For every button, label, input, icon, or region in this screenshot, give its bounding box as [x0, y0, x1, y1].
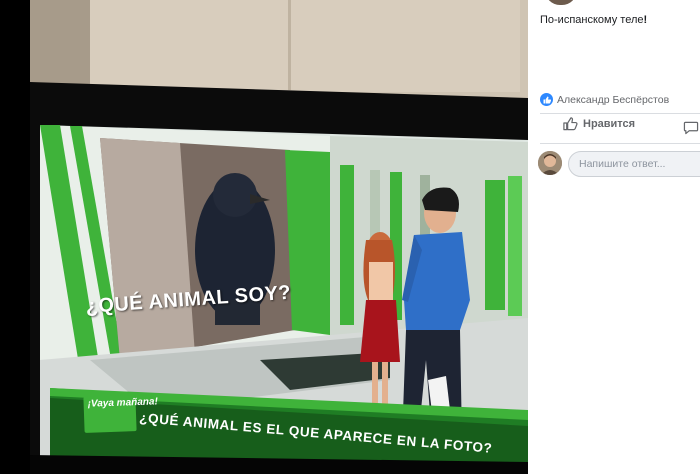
photo-viewer[interactable]: ¿QUÉ ANIMAL SOY? ¡Vaya mañana! ¿QUÉ ANIM…	[0, 0, 528, 474]
current-user-avatar[interactable]	[538, 151, 562, 175]
post-sidebar: По-испанскому теле! Александр Беспёрстов…	[528, 0, 700, 474]
divider	[540, 143, 700, 144]
comment-button[interactable]	[683, 120, 699, 140]
post-text-body: По-испанскому теле	[540, 14, 644, 26]
reactions-summary[interactable]: Александр Беспёрстов	[540, 93, 669, 106]
thumbs-up-icon	[563, 117, 578, 131]
divider	[540, 113, 700, 114]
comment-icon	[683, 121, 699, 135]
show-logo: ¡Vaya mañana!	[83, 395, 158, 433]
reactor-name[interactable]: Александр Беспёрстов	[557, 94, 669, 106]
like-icon	[540, 93, 553, 106]
reply-input[interactable]	[568, 151, 700, 177]
post-photo[interactable]: ¿QUÉ ANIMAL SOY? ¡Vaya mañana! ¿QUÉ ANIM…	[30, 0, 528, 474]
post-text: По-испанскому теле!	[540, 14, 647, 26]
user-photo-icon	[538, 151, 562, 175]
author-avatar[interactable]	[544, 0, 578, 6]
like-button[interactable]: Нравится	[562, 116, 635, 131]
post-text-exclamation: !	[643, 14, 648, 26]
like-label: Нравится	[583, 117, 636, 130]
